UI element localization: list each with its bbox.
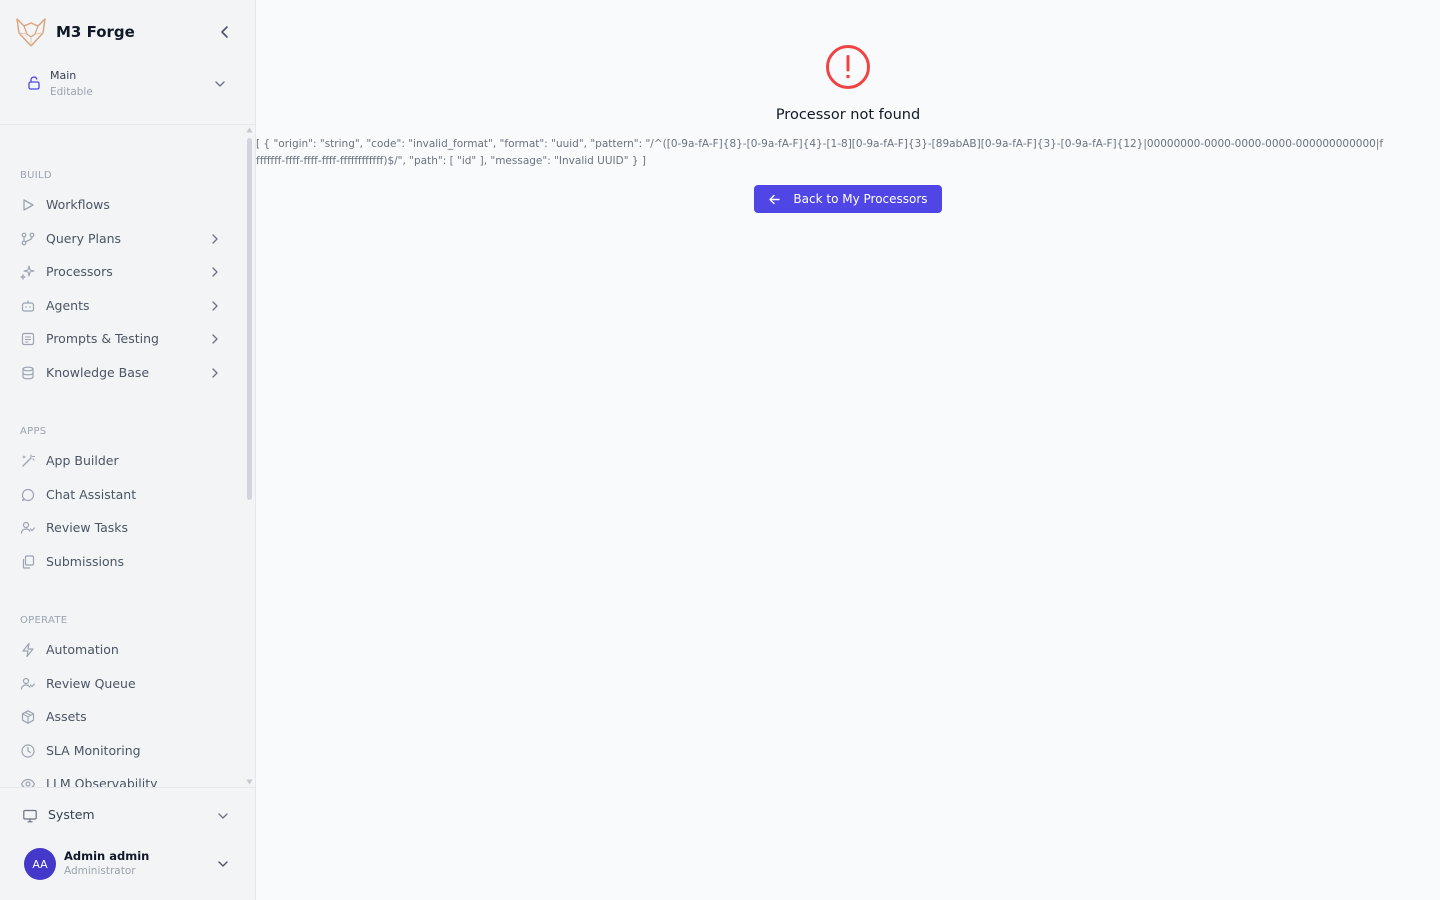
arrow-left-icon — [769, 194, 781, 204]
sidebar-item-prompts-testing[interactable]: Prompts & Testing — [12, 324, 232, 354]
git-branch-icon — [21, 232, 35, 246]
sidebar-item-label: SLA Monitoring — [46, 743, 141, 758]
collapse-sidebar-icon[interactable] — [216, 23, 234, 41]
sidebar-item-label: LLM Observability — [46, 776, 158, 787]
section-label-build: BUILD — [20, 170, 52, 181]
file-text-icon — [21, 332, 35, 346]
sidebar-item-label: Agents — [46, 298, 90, 313]
magic-wand-icon — [22, 454, 36, 467]
sidebar-item-label: Review Queue — [46, 676, 136, 691]
chevron-right-icon — [212, 267, 218, 277]
sidebar-item-app-builder[interactable]: App Builder — [12, 446, 232, 476]
play-icon — [23, 199, 34, 211]
sidebar-item-label: Processors — [46, 264, 113, 279]
zap-icon — [22, 642, 34, 658]
error-detail: [ { "origin": "string", "code": "invalid… — [256, 138, 1384, 167]
section-label-operate: OPERATE — [20, 615, 68, 626]
sidebar-item-processors[interactable]: Processors — [12, 257, 232, 287]
chevron-right-icon — [212, 301, 218, 311]
alert-circle-icon — [826, 45, 870, 89]
branch-mode: Editable — [50, 86, 93, 98]
sidebar-item-label: App Builder — [46, 453, 119, 468]
sidebar-item-label: Knowledge Base — [46, 365, 150, 380]
main-content: Processor not found [ { "origin": "strin… — [256, 0, 1440, 900]
sidebar-item-label: Chat Assistant — [46, 487, 137, 502]
chevron-down-icon — [218, 813, 228, 819]
database-icon — [22, 366, 34, 380]
avatar: AA — [24, 848, 56, 880]
sidebar-item-label: Query Plans — [46, 231, 122, 246]
sidebar-item-knowledge-base[interactable]: Knowledge Base — [12, 358, 232, 388]
chevron-right-icon — [212, 334, 218, 344]
sidebar-item-label: Assets — [46, 709, 87, 724]
package-icon — [21, 710, 35, 724]
user-check-icon — [20, 521, 36, 534]
user-menu[interactable]: AA Admin admin Administrator — [12, 840, 240, 888]
back-button-label: Back to My Processors — [793, 192, 928, 206]
system-menu[interactable]: System — [12, 800, 240, 830]
sidebar-item-label: Submissions — [46, 554, 125, 569]
system-label: System — [48, 807, 95, 822]
sidebar-divider — [0, 787, 255, 788]
clock-icon — [21, 744, 35, 758]
files-icon — [22, 555, 35, 569]
sidebar-item-label: Review Tasks — [46, 520, 129, 535]
sidebar-item-review-tasks[interactable]: Review Tasks — [12, 513, 232, 543]
sidebar-item-automation[interactable]: Automation — [12, 635, 232, 665]
sparkles-icon — [20, 265, 35, 280]
brand[interactable]: M3 Forge — [14, 14, 244, 50]
sidebar-item-assets[interactable]: Assets — [12, 702, 232, 732]
user-name: Admin admin — [64, 849, 150, 863]
sidebar-item-agents[interactable]: Agents — [12, 291, 232, 321]
eye-icon — [20, 778, 36, 787]
chevron-right-icon — [212, 368, 218, 378]
sidebar-item-query-plans[interactable]: Query Plans — [12, 224, 232, 254]
back-to-processors-button[interactable]: Back to My Processors — [754, 185, 942, 213]
sidebar-item-llm-observability[interactable]: LLM Observability — [12, 769, 232, 787]
chevron-down-icon — [215, 81, 225, 87]
user-check-icon — [20, 677, 36, 690]
unlock-icon — [28, 76, 40, 90]
error-title: Processor not found — [775, 107, 921, 123]
section-label-apps: APPS — [20, 426, 47, 437]
sidebar-item-sla-monitoring[interactable]: SLA Monitoring — [12, 736, 232, 766]
bot-icon — [21, 300, 35, 312]
sidebar-item-label: Automation — [46, 642, 119, 657]
sidebar-item-submissions[interactable]: Submissions — [12, 547, 232, 577]
fox-logo-icon — [16, 18, 46, 47]
scroll-up-icon[interactable] — [246, 127, 253, 133]
sidebar-item-review-queue[interactable]: Review Queue — [12, 669, 232, 699]
chevron-down-icon — [218, 861, 228, 867]
message-circle-icon — [21, 488, 35, 502]
sidebar: M3 Forge Main Editable BUILD Workflows Q… — [0, 0, 256, 900]
sidebar-item-chat-assistant[interactable]: Chat Assistant — [12, 480, 232, 510]
branch-selector[interactable]: Main Editable — [16, 62, 240, 106]
sidebar-scrollbar-thumb[interactable] — [247, 138, 252, 500]
monitor-icon — [23, 809, 37, 823]
sidebar-nav[interactable]: BUILD Workflows Query Plans Processors A… — [0, 125, 255, 787]
sidebar-item-workflows[interactable]: Workflows — [12, 190, 232, 220]
app-name: M3 Forge — [56, 23, 135, 41]
chevron-right-icon — [212, 234, 218, 244]
sidebar-item-label: Workflows — [46, 197, 110, 212]
user-role: Administrator — [64, 865, 136, 877]
sidebar-item-label: Prompts & Testing — [46, 331, 159, 346]
scroll-down-icon[interactable] — [246, 779, 253, 785]
branch-name: Main — [50, 69, 77, 82]
